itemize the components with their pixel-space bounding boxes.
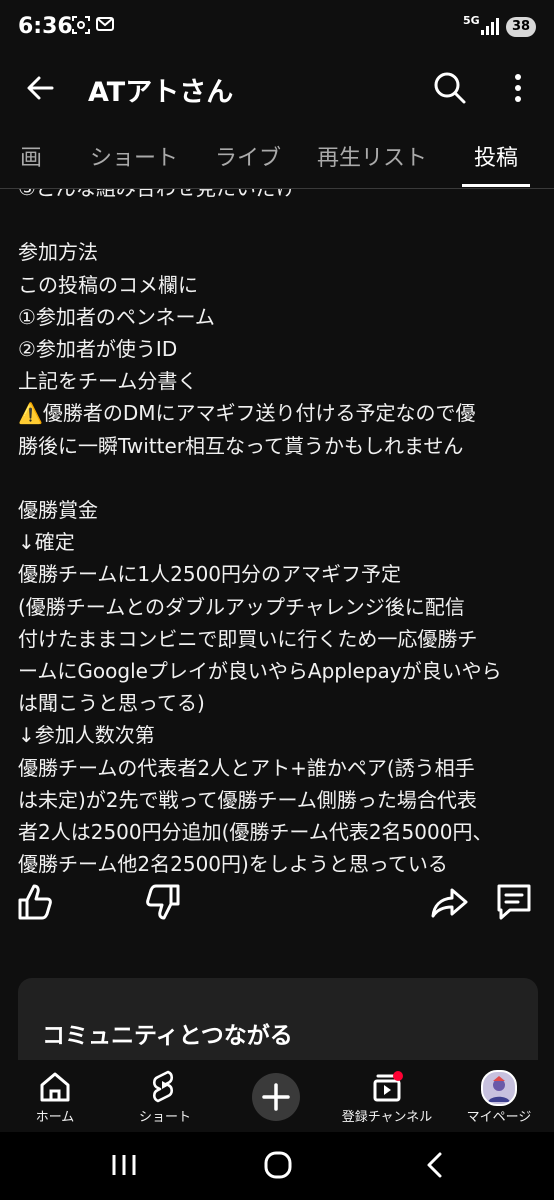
post-blank-line: [18, 204, 544, 236]
recent-apps-icon[interactable]: [104, 1148, 144, 1182]
tab-posts[interactable]: 投稿: [474, 140, 518, 172]
post-actions: [0, 880, 554, 930]
post-line: 優勝チームに1人2500円分のアマギフ予定: [18, 562, 402, 587]
avatar: [481, 1070, 517, 1106]
tab-videos[interactable]: 画: [20, 140, 42, 172]
tab-playlists[interactable]: 再生リスト: [317, 140, 427, 172]
back-button-icon[interactable]: [416, 1148, 456, 1182]
status-bar: 6:36 5G 38: [0, 0, 554, 56]
post-line: は未定)が2先で戦って優勝チーム側勝った場合代表: [18, 787, 477, 812]
nav-home[interactable]: ホーム: [0, 1060, 110, 1132]
status-time: 6:36: [18, 14, 73, 39]
post-line: ③どんな組み合わせ見たいだけ: [18, 189, 544, 204]
system-navigation-bar: [0, 1132, 554, 1200]
back-arrow-icon[interactable]: [22, 70, 58, 106]
top-app-bar: ATアトさん: [0, 56, 554, 118]
nav-shorts-label: ショート: [138, 1110, 191, 1125]
post-line: (優勝チームとのダブルアップチャレンジ後に配信: [18, 594, 465, 619]
nav-you-label: マイページ: [466, 1110, 532, 1125]
battery-indicator: 38: [506, 17, 536, 37]
channel-tabs: 画 ショート ライブ 再生リスト 投稿: [0, 130, 554, 189]
nav-subscriptions-label: 登録チャンネル: [341, 1110, 433, 1125]
network-type: 5G: [463, 14, 480, 27]
post-line: 優勝チームの代表者2人とアト+誰かペア(誘う相手: [18, 755, 475, 780]
avatar-image: [488, 1076, 510, 1102]
post-line: ⚠️優勝者のDMにアマギフ送り付ける予定なので優: [18, 401, 476, 426]
post-line: 者2人は2500円分追加(優勝チーム代表2名5000円、: [18, 820, 493, 845]
dislike-icon[interactable]: [142, 880, 182, 924]
comment-icon[interactable]: [494, 880, 534, 924]
post-line: ームにGoogleプレイが良いやらApplepayが良いやら: [18, 659, 502, 684]
create-button[interactable]: [252, 1073, 300, 1121]
share-icon[interactable]: [430, 880, 470, 924]
more-vert-icon[interactable]: [500, 68, 536, 108]
bottom-navigation: ホーム ショート 登録チャンネル マイページ: [0, 1060, 554, 1132]
post-blank-line: [18, 462, 544, 494]
channel-title: ATアトさん: [88, 77, 234, 108]
post-line: ②参加者が使うID: [18, 337, 178, 361]
active-tab-indicator: [462, 184, 530, 187]
home-icon: [40, 1072, 70, 1102]
post-line: ↓確定: [18, 530, 75, 555]
post-line: 優勝賞金: [18, 498, 98, 522]
post-line: 付けたままコンビニで即買いに行くため一応優勝チ: [18, 626, 478, 651]
nav-shorts[interactable]: ショート: [110, 1060, 220, 1132]
nav-subscriptions[interactable]: 登録チャンネル: [332, 1060, 442, 1132]
post-line: 優勝チーム他2名2500円)をしようと思っている: [18, 852, 448, 877]
community-title: コミュニティとつながる: [42, 1023, 293, 1049]
signal-icon: [481, 18, 499, 35]
nav-home-label: ホーム: [35, 1110, 75, 1125]
mail-icon: [96, 17, 114, 31]
post-line: 勝後に一瞬Twitter相互なって貰うかもしれません: [18, 433, 464, 458]
subscriptions-icon: [373, 1071, 403, 1102]
search-icon[interactable]: [430, 68, 470, 108]
tab-live[interactable]: ライブ: [215, 140, 281, 172]
plus-icon: [262, 1083, 290, 1111]
post-line: この投稿のコメ欄に: [18, 272, 198, 297]
home-button-icon[interactable]: [258, 1148, 298, 1182]
nav-you[interactable]: マイページ: [444, 1060, 554, 1132]
battery-level: 38: [511, 19, 531, 34]
post-body: ③どんな組み合わせ見たいだけ参加方法この投稿のコメ欄に ①参加者のペンネーム ②参加…: [18, 189, 544, 880]
post-line: 参加方法: [18, 240, 98, 265]
like-icon[interactable]: [16, 880, 56, 924]
post-line: 上記をチーム分書く: [18, 369, 198, 394]
shorts-icon: [152, 1070, 174, 1103]
screenshot-icon: [72, 16, 90, 34]
post-line: ①参加者のペンネーム: [18, 304, 215, 329]
post-line: ↓参加人数次第: [18, 723, 155, 748]
post-line: は聞こうと思ってる): [18, 691, 205, 716]
tab-shorts[interactable]: ショート: [90, 140, 178, 172]
